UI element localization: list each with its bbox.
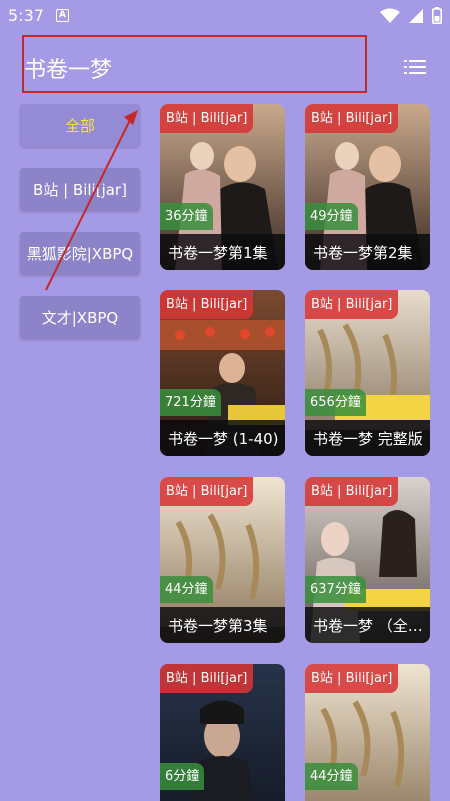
list-menu-icon[interactable] [404,58,426,76]
wifi-icon [380,8,400,23]
card-title: 书卷一梦第3集 [168,617,268,635]
video-card[interactable]: B站 | Bili[jar] 36分鐘 书卷一梦第1集 [160,104,285,270]
card-duration: 36分鐘 [160,203,213,230]
title-highlight-box [22,35,367,93]
card-duration: 721分鐘 [160,389,221,416]
sidebar-item-label: B站 | Bili[jar] [33,181,127,199]
card-source-badge: B站 | Bili[jar] [305,104,399,133]
app-notification-icon: A [56,9,69,22]
video-card[interactable]: B站 | Bili[jar] 721分鐘 书卷一梦 (1-40) [160,290,285,456]
sidebar-item-label: 文才|XBPQ [41,309,119,327]
sidebar-item-label: 黑狐影院|XBPQ [26,245,134,263]
card-title: 书卷一梦第2集 [313,244,413,262]
sidebar-item-bili[interactable]: B站 | Bili[jar] [20,168,140,211]
card-duration: 44分鐘 [305,763,358,790]
card-title: 书卷一梦第1集 [168,244,268,262]
video-card[interactable]: B站 | Bili[jar] 49分鐘 书卷一梦第2集 [305,104,430,270]
card-duration: 49分鐘 [305,203,358,230]
sidebar-item-heihu[interactable]: 黑狐影院|XBPQ [20,232,140,275]
battery-icon [432,7,442,24]
card-title: 书卷一梦 (1-40) [168,430,279,448]
card-source-badge: B站 | Bili[jar] [160,477,254,506]
card-duration: 656分鐘 [305,389,366,416]
card-title: 书卷一梦 （全集） [313,617,425,635]
card-duration: 6分鐘 [160,763,205,790]
video-card[interactable]: B站 | Bili[jar] 44分鐘 书卷一梦第3集 [160,477,285,643]
card-duration: 637分鐘 [305,576,366,603]
video-card[interactable]: B站 | Bili[jar] 6分鐘 [160,664,285,801]
card-title: 书卷一梦 完整版 [313,430,423,448]
status-icons [380,7,442,24]
video-card[interactable]: B站 | Bili[jar] 44分鐘 [305,664,430,801]
card-source-badge: B站 | Bili[jar] [160,104,254,133]
cellular-signal-icon [409,8,423,23]
card-source-badge: B站 | Bili[jar] [160,664,254,693]
status-time: 5:37 [8,6,44,25]
card-source-badge: B站 | Bili[jar] [305,477,399,506]
card-duration: 44分鐘 [160,576,213,603]
sidebar-item-label: 全部 [64,117,95,135]
sidebar-item-all[interactable]: 全部 [20,104,140,147]
sidebar-item-wencai[interactable]: 文才|XBPQ [20,296,140,339]
video-card[interactable]: B站 | Bili[jar] 656分鐘 书卷一梦 完整版 [305,290,430,456]
card-source-badge: B站 | Bili[jar] [160,290,254,319]
card-source-badge: B站 | Bili[jar] [305,664,399,693]
video-card[interactable]: B站 | Bili[jar] 637分鐘 书卷一梦 （全集） [305,477,430,643]
status-bar: 5:37 A [0,0,450,32]
card-source-badge: B站 | Bili[jar] [305,290,399,319]
